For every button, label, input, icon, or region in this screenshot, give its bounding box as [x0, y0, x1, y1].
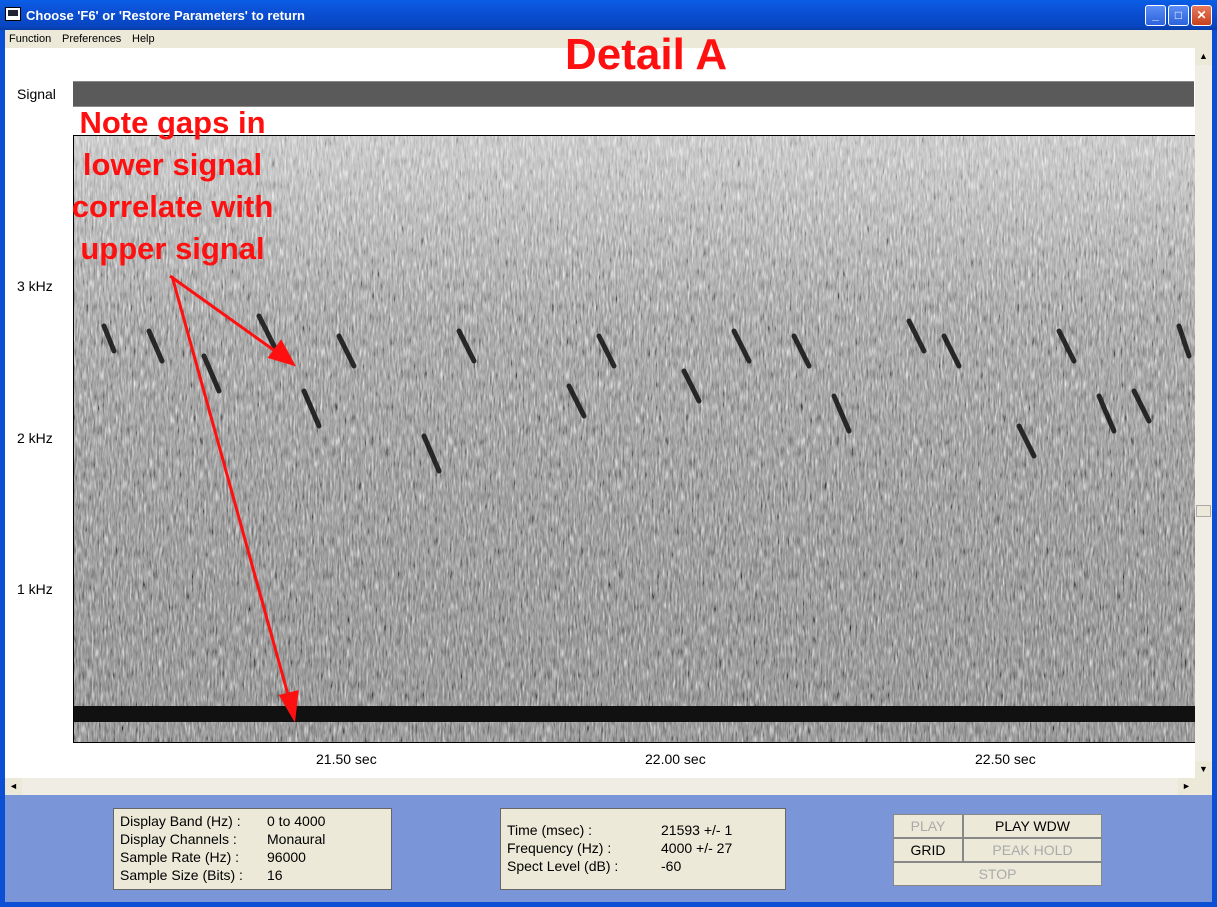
- note-line-2: lower signal: [82, 147, 263, 182]
- play-button[interactable]: PLAY: [893, 814, 963, 838]
- info-value: Monaural: [267, 831, 326, 847]
- app-icon[interactable]: [5, 7, 21, 21]
- cursor-label: Time (msec) :: [507, 822, 593, 838]
- control-panel: Display Band (Hz) : 0 to 4000 Display Ch…: [5, 795, 1212, 902]
- info-value: 96000: [267, 849, 306, 865]
- time-label-2150: 21.50 sec: [316, 751, 377, 767]
- vertical-scroll-thumb[interactable]: [1196, 505, 1211, 517]
- display-info-box: Display Band (Hz) : 0 to 4000 Display Ch…: [113, 808, 392, 890]
- annotation-note: Note gaps in lower signal correlate with…: [70, 102, 275, 270]
- signal-label: Signal: [17, 86, 56, 102]
- minimize-button[interactable]: _: [1145, 5, 1166, 26]
- menu-help[interactable]: Help: [132, 33, 155, 45]
- cursor-value: 4000 +/- 27: [661, 840, 733, 856]
- maximize-button[interactable]: □: [1168, 5, 1189, 26]
- scroll-right-button[interactable]: ►: [1178, 778, 1195, 795]
- cursor-value: 21593 +/- 1: [661, 822, 733, 838]
- scroll-left-button[interactable]: ◄: [5, 778, 22, 795]
- scroll-up-button[interactable]: ▲: [1195, 48, 1212, 65]
- time-label-2200: 22.00 sec: [645, 751, 706, 767]
- window-title: Choose 'F6' or 'Restore Parameters' to r…: [26, 8, 305, 23]
- close-button[interactable]: ✕: [1191, 5, 1212, 26]
- menu-function[interactable]: Function: [9, 33, 51, 45]
- cursor-label: Spect Level (dB) :: [507, 858, 619, 874]
- scroll-down-button[interactable]: ▼: [1195, 761, 1212, 778]
- menu-preferences[interactable]: Preferences: [62, 33, 121, 45]
- cursor-value: -60: [661, 858, 682, 874]
- cursor-label: Frequency (Hz) :: [507, 840, 612, 856]
- note-line-3: correlate with: [71, 189, 274, 224]
- title-bar: Choose 'F6' or 'Restore Parameters' to r…: [0, 0, 1217, 30]
- info-label: Display Band (Hz) :: [120, 813, 241, 829]
- info-value: 0 to 4000: [267, 813, 326, 829]
- window-frame-left: [0, 30, 5, 907]
- note-line-1: Note gaps in: [79, 105, 266, 140]
- info-label: Sample Rate (Hz) :: [120, 849, 240, 865]
- freq-label-1khz: 1 kHz: [17, 581, 53, 597]
- info-value: 16: [267, 867, 283, 883]
- freq-label-2khz: 2 kHz: [17, 430, 53, 446]
- time-label-2250: 22.50 sec: [975, 751, 1036, 767]
- play-window-button[interactable]: PLAY WDW: [963, 814, 1102, 838]
- horizontal-scrollbar[interactable]: ◄ ►: [5, 778, 1195, 795]
- note-line-4: upper signal: [80, 231, 265, 266]
- grid-button[interactable]: GRID: [893, 838, 963, 862]
- peak-hold-button[interactable]: PEAK HOLD: [963, 838, 1102, 862]
- cursor-info-box: Time (msec) : 21593 +/- 1 Frequency (Hz)…: [500, 808, 786, 890]
- window-frame-bottom: [0, 902, 1217, 907]
- info-label: Sample Size (Bits) :: [120, 867, 243, 883]
- window-frame-right: [1212, 30, 1217, 907]
- freq-label-3khz: 3 kHz: [17, 278, 53, 294]
- info-label: Display Channels :: [120, 831, 237, 847]
- vertical-scrollbar[interactable]: ▲ ▼: [1195, 48, 1212, 778]
- annotation-heading: Detail A: [565, 30, 728, 79]
- stop-button[interactable]: STOP: [893, 862, 1102, 886]
